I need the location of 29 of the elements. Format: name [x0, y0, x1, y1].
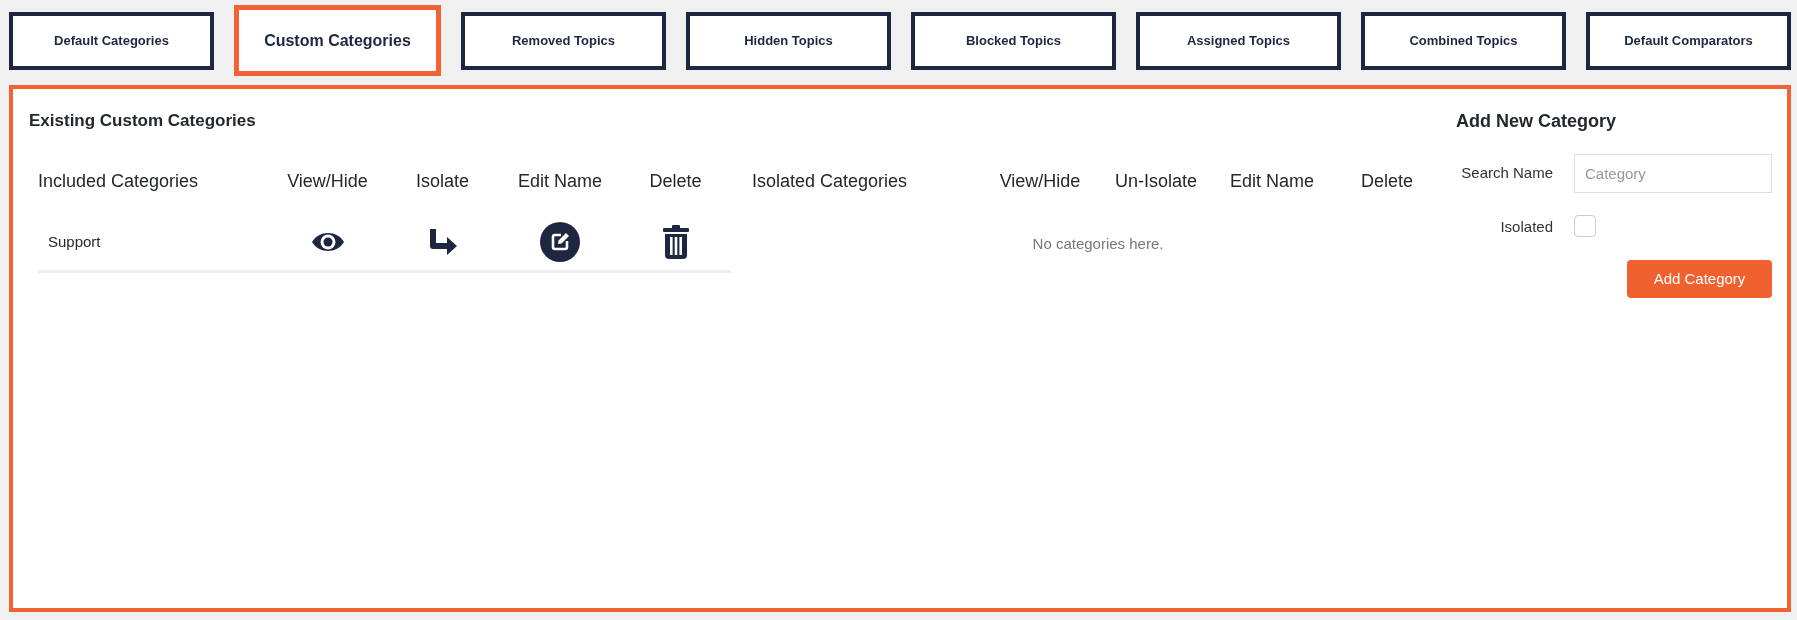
trash-icon[interactable]	[662, 225, 689, 260]
column-header: Included Categories	[38, 170, 200, 193]
column-header: Un-Isolate	[1113, 170, 1198, 193]
tab[interactable]: Default Categories	[9, 11, 214, 70]
arrow-icon[interactable]	[427, 228, 458, 257]
tab[interactable]: Default Comparators	[1586, 11, 1791, 70]
section-heading: Existing Custom Categories	[29, 110, 257, 132]
column-header: View/Hide	[286, 170, 369, 193]
empty-message: No categories here.	[1031, 233, 1165, 254]
section-heading: Add New Category	[1456, 110, 1618, 133]
pencil-icon[interactable]	[540, 222, 580, 263]
column-header: View/Hide	[998, 170, 1082, 193]
column-header: Edit Name	[516, 170, 603, 193]
tab[interactable]: Hidden Topics	[686, 11, 891, 70]
name-input[interactable]: Category	[1574, 154, 1772, 193]
tab[interactable]: Combined Topics	[1361, 11, 1566, 70]
tab[interactable]: Removed Topics	[461, 11, 666, 70]
column-header: Delete	[648, 170, 703, 193]
column-header: Edit Name	[1228, 170, 1315, 193]
tab[interactable]: Assigned Topics	[1136, 11, 1341, 70]
category-name: Support	[38, 215, 270, 271]
tab[interactable]: Custom Categories	[234, 5, 441, 76]
tab[interactable]: Blocked Topics	[911, 11, 1116, 70]
column-header: Isolate	[414, 170, 470, 193]
isolated-checkbox[interactable]	[1574, 215, 1596, 237]
column-header: Isolated Categories	[752, 170, 909, 193]
field-label: Search Name	[1460, 163, 1553, 184]
field-label: Isolated	[1499, 216, 1553, 237]
column-header: Delete	[1360, 170, 1414, 193]
